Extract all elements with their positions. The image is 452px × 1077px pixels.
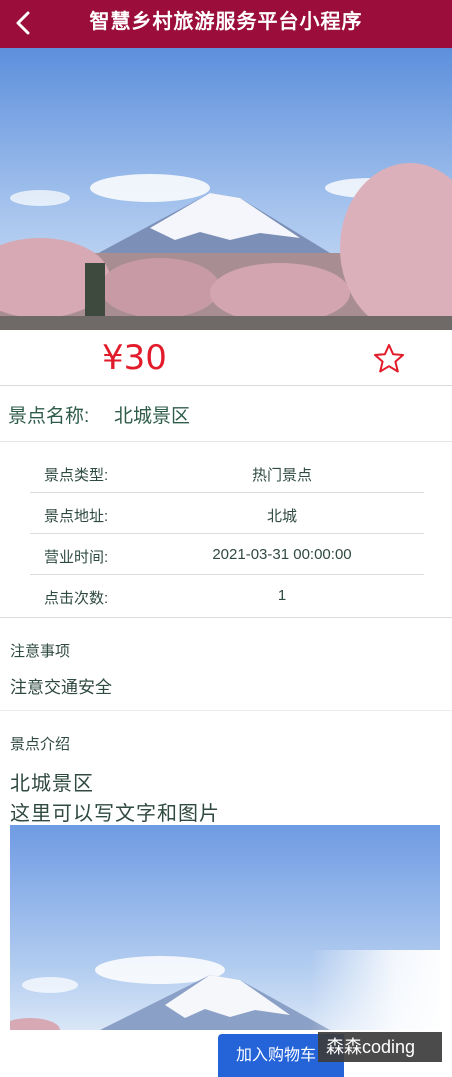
spot-name-value: 北城景区	[114, 406, 191, 427]
price-row: ¥30	[0, 330, 452, 386]
intro-title: 景点介绍	[10, 736, 71, 753]
detail-label: 营业时间:	[44, 549, 109, 566]
detail-label: 景点类型:	[44, 467, 109, 484]
intro-text-line: 这里可以写文字和图片	[10, 803, 220, 825]
nav-bar: 智慧乡村旅游服务平台小程序	[0, 0, 452, 48]
detail-value: 热门景点	[251, 467, 312, 484]
detail-label: 景点地址:	[44, 508, 109, 525]
detail-value: 1	[277, 587, 287, 604]
detail-row-type: 景点类型: 热门景点	[30, 452, 424, 493]
detail-row-address: 景点地址: 北城	[30, 493, 424, 534]
divider	[0, 617, 452, 618]
favorite-button[interactable]	[372, 342, 406, 376]
notice-title: 注意事项	[10, 643, 71, 660]
image-fade	[310, 950, 452, 1030]
page-title: 智慧乡村旅游服务平台小程序	[89, 11, 363, 33]
details-table: 景点类型: 热门景点 景点地址: 北城 营业时间: 2021-03-31 00:…	[30, 452, 424, 616]
price: ¥30	[102, 338, 167, 378]
detail-value: 2021-03-31 00:00:00	[212, 546, 352, 563]
star-outline-icon	[374, 344, 404, 373]
spot-name-row: 景点名称: 北城景区	[0, 386, 452, 442]
detail-row-clicks: 点击次数: 1	[30, 575, 424, 616]
detail-value: 北城	[266, 508, 297, 525]
divider	[0, 710, 452, 711]
spot-name-label: 景点名称:	[8, 406, 90, 427]
watermark: 森森coding	[318, 1032, 442, 1062]
intro-text-line: 北城景区	[10, 773, 94, 795]
detail-label: 点击次数:	[44, 590, 109, 607]
detail-row-hours: 营业时间: 2021-03-31 00:00:00	[30, 534, 424, 575]
notice-text: 注意交通安全	[10, 678, 112, 697]
hero-image	[0, 48, 452, 330]
